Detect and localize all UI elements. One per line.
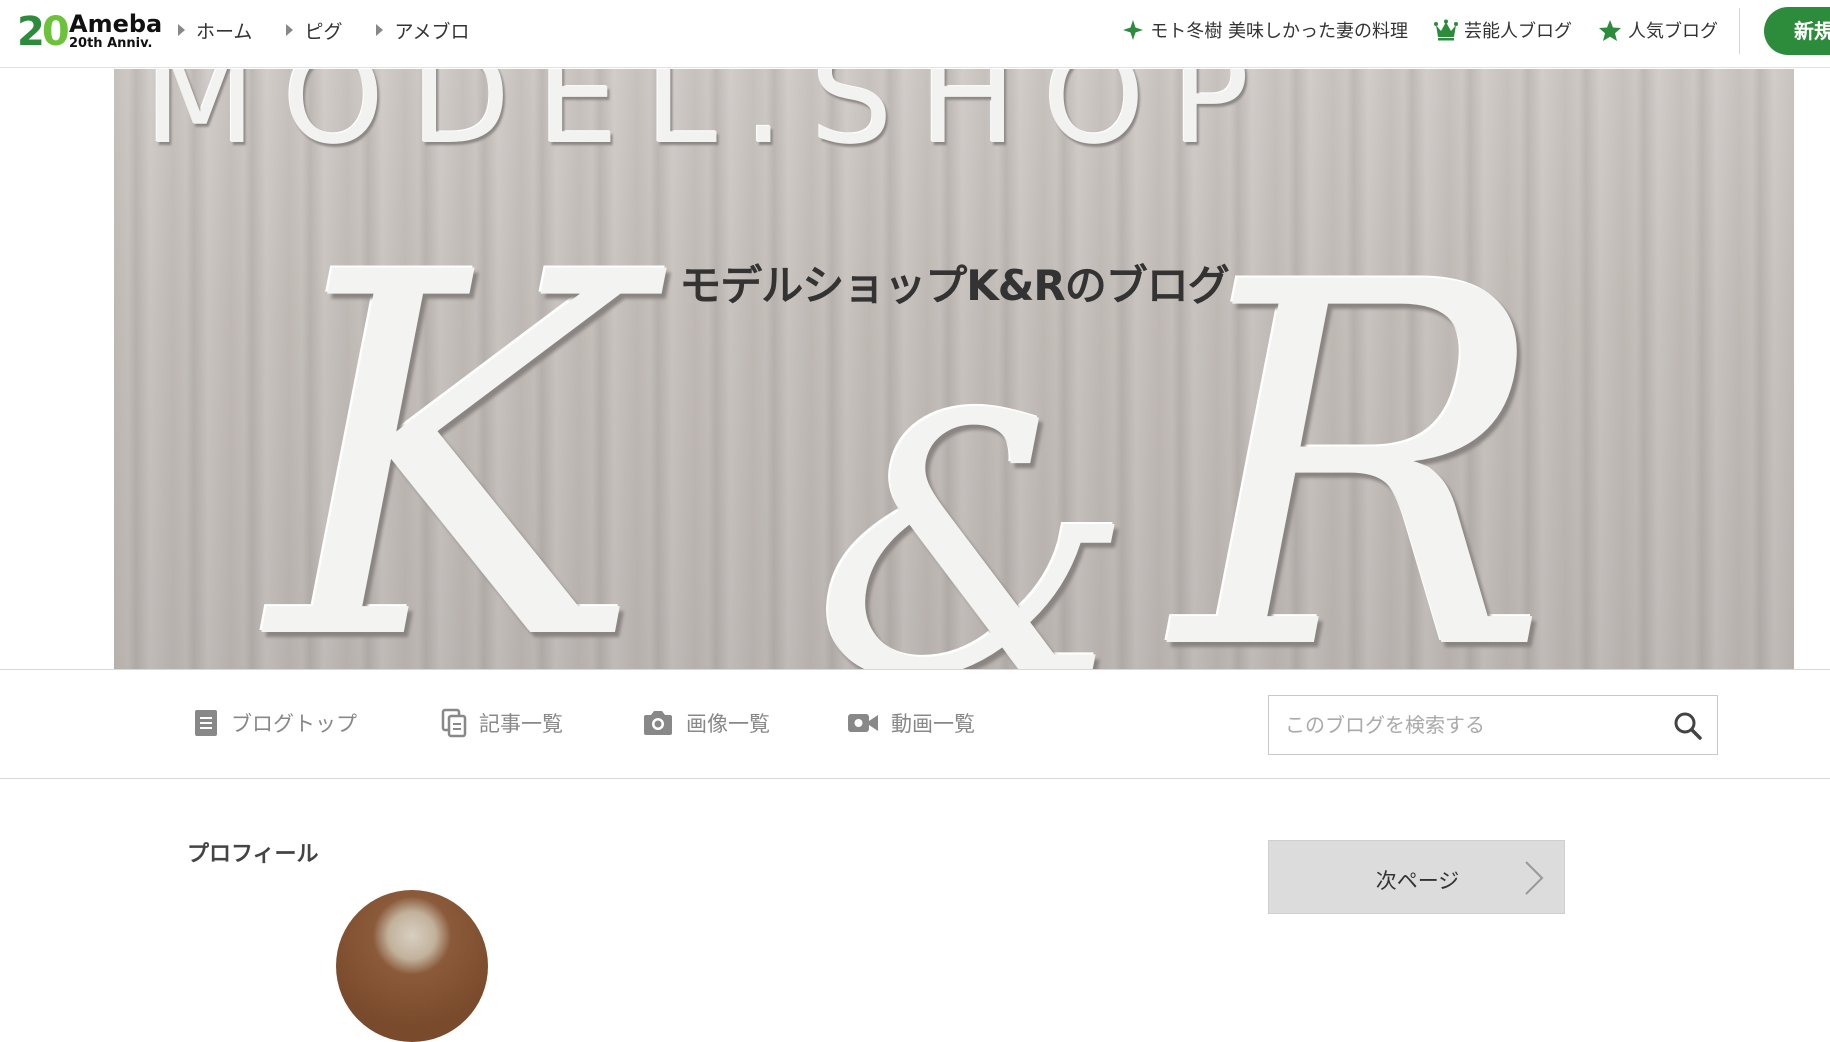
sign-text-top: MODEL.SHOP	[144, 69, 1276, 173]
next-page-button[interactable]: 次ページ	[1268, 840, 1565, 914]
blog-nav-label: 動画一覧	[891, 712, 975, 736]
blog-header-image: MODEL.SHOP K & R モデルショップK&Rのブログ	[114, 69, 1794, 669]
blog-nav-label: ブログトップ	[231, 712, 357, 736]
featured-link-popular-blogs[interactable]: 人気ブログ	[1598, 17, 1718, 43]
crown-icon	[1434, 19, 1458, 41]
featured-link-label: モト冬樹 美味しかった妻の料理	[1150, 21, 1408, 42]
camera-icon	[644, 711, 672, 735]
sign-ampersand: &	[814, 339, 1135, 670]
featured-link-trending[interactable]: モト冬樹 美味しかった妻の料理	[1122, 17, 1408, 43]
caret-right-icon	[376, 24, 384, 36]
global-header: 20 Ameba 20th Anniv. ホーム ピグ アメブロ モト冬樹 美味…	[0, 0, 1830, 68]
blog-nav-top[interactable]: ブログトップ	[193, 708, 357, 738]
featured-links: モト冬樹 美味しかった妻の料理 芸能人ブログ 人気ブログ	[1096, 0, 1718, 60]
nav-item-ameblo[interactable]: アメブロ	[376, 17, 470, 44]
profile-heading: プロフィール	[187, 842, 319, 867]
next-page-label: 次ページ	[1375, 869, 1460, 893]
nav-item-label: アメブロ	[394, 20, 470, 43]
header-divider	[1739, 8, 1740, 54]
logo-name: Ameba	[69, 10, 163, 38]
blog-nav-label: 画像一覧	[686, 712, 770, 736]
chevron-right-icon	[1525, 861, 1544, 895]
featured-link-celebrity-blogs[interactable]: 芸能人ブログ	[1434, 17, 1572, 43]
blog-nav-videos[interactable]: 動画一覧	[847, 708, 975, 738]
nav-item-label: ピグ	[304, 20, 343, 43]
caret-right-icon	[286, 24, 294, 36]
star-icon	[1599, 19, 1621, 41]
blog-nav-entries[interactable]: 記事一覧	[441, 708, 563, 738]
ameba-logo[interactable]: 20 Ameba 20th Anniv.	[17, 9, 162, 58]
caret-right-icon	[178, 24, 185, 36]
profile-avatar[interactable]	[336, 890, 488, 1042]
nav-item-home[interactable]: ホーム	[178, 17, 252, 44]
blog-search	[1268, 695, 1718, 755]
anniversary-number: 20	[17, 9, 70, 55]
featured-link-label: 芸能人ブログ	[1464, 21, 1572, 42]
video-icon	[848, 714, 878, 732]
document-icon	[195, 710, 217, 736]
featured-link-label: 人気ブログ	[1628, 21, 1718, 42]
blog-nav-images[interactable]: 画像一覧	[642, 708, 770, 738]
logo-subtitle: 20th Anniv.	[69, 36, 153, 51]
blog-search-input[interactable]	[1269, 696, 1659, 754]
blog-nav: ブログトップ 記事一覧 画像一覧 動画一覧	[0, 669, 1830, 779]
search-icon[interactable]	[1673, 711, 1703, 741]
nav-item-pigg[interactable]: ピグ	[286, 17, 342, 44]
blog-nav-label: 記事一覧	[479, 712, 563, 736]
copy-icon	[441, 708, 467, 738]
global-nav: ホーム ピグ アメブロ	[178, 0, 504, 60]
nav-item-label: ホーム	[196, 20, 253, 43]
new-registration-button[interactable]: 新規	[1764, 7, 1830, 55]
sparkle-icon	[1123, 20, 1144, 40]
blog-title[interactable]: モデルショップK&Rのブログ	[114, 252, 1794, 313]
